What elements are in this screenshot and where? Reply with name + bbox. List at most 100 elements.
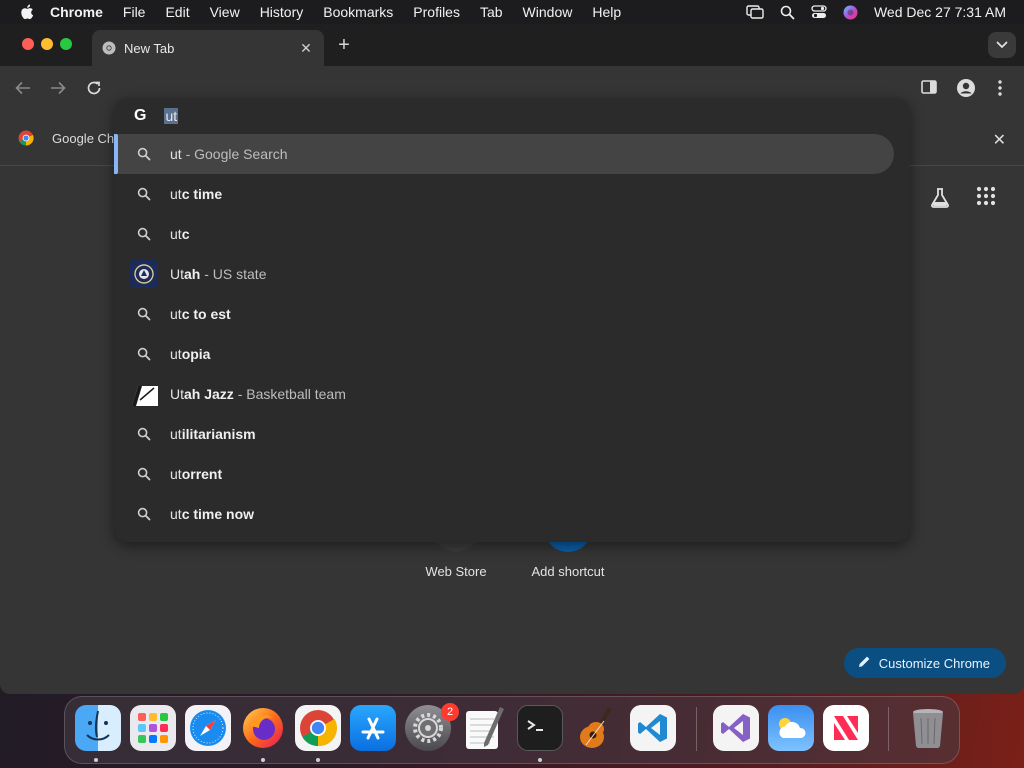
control-center-icon[interactable] [811,5,827,19]
siri-icon[interactable] [843,5,858,20]
customize-chrome-label: Customize Chrome [878,655,990,671]
menu-bar: Chrome File Edit View History Bookmarks … [0,0,1024,24]
dock-finder-icon[interactable] [75,705,121,751]
menu-file[interactable]: File [123,4,146,20]
dock-safari-icon[interactable] [185,705,231,751]
dock-running-dot [316,758,320,762]
menu-profiles[interactable]: Profiles [413,4,460,20]
spotlight-search-icon[interactable] [780,5,795,20]
suggestion-typed-part: Ut [170,266,184,282]
omnibox-input[interactable]: G ut [134,102,179,130]
search-icon [134,184,154,204]
dock-launchpad-icon[interactable] [130,705,176,751]
omnibox-suggestion-row[interactable]: utorrent [114,454,910,494]
omnibox-suggestion-row[interactable]: Utah - US state [114,254,910,294]
omnibox-suggestion-row[interactable]: ut - Google Search [114,134,894,174]
dock-google-chrome-icon[interactable] [295,705,341,751]
omnibox-suggestion-row[interactable]: Utah Jazz - Basketball team [114,374,910,414]
omnibox-dropdown: G ut ut - Google Search utc time utc Utah -… [114,98,910,542]
bookmark-item-label: Google Ch [52,130,115,146]
suggestion-typed-part: ut [170,306,182,322]
suggestion-completion: opia [181,346,211,362]
new-tab-button[interactable]: + [334,35,354,55]
tab-close-icon[interactable]: ✕ [298,40,314,56]
menu-help[interactable]: Help [592,4,621,20]
suggestion-typed-part: Ut [170,386,184,402]
search-icon [134,224,154,244]
suggestion-completion: c time [181,186,223,202]
window-zoom-button[interactable] [60,38,72,50]
utah-jazz-logo-icon [130,380,158,408]
suggestion-text: utc to est [170,306,231,322]
bookmark-item-google-chrome[interactable]: Google Ch [18,130,114,146]
search-icon [134,304,154,324]
forward-arrow-icon[interactable] [48,78,68,98]
dock-weather-icon[interactable] [768,705,814,751]
suggestion-detail: - US state [200,266,267,282]
omnibox-suggestion-row[interactable]: utopia [114,334,910,374]
suggestion-text: ut - Google Search [170,146,288,162]
dock-running-dot [261,758,265,762]
suggestion-completion: c [181,226,190,242]
dock-trash-icon[interactable] [905,705,951,751]
suggestion-completion: orrent [181,466,223,482]
omnibox-suggestion-row[interactable]: utc [114,214,910,254]
customize-chrome-button[interactable]: Customize Chrome [843,648,1006,678]
suggestion-typed-part: ut [170,346,182,362]
dock-textedit-icon[interactable] [461,705,507,751]
suggestion-text: Utah - US state [170,266,266,282]
chrome-menu-kebab-icon[interactable] [990,78,1010,98]
profile-avatar-icon[interactable] [956,78,976,98]
dock-running-dot [538,758,542,762]
chrome-favicon-icon [102,41,116,55]
menu-edit[interactable]: Edit [165,4,189,20]
omnibox-suggestion-row[interactable]: utc to est [114,294,910,334]
google-chrome-logo-icon [18,130,34,146]
menu-tab[interactable]: Tab [480,4,503,20]
system-settings-badge: 2 [441,703,459,721]
suggestion-completion: c time now [181,506,255,522]
dock-firefox-icon[interactable] [240,705,286,751]
suggestion-typed-part: ut [170,466,182,482]
dock-news-icon[interactable] [823,705,869,751]
omnibox-suggestion-row[interactable]: utc time [114,174,910,214]
search-icon [134,144,154,164]
menu-history[interactable]: History [260,4,304,20]
omnibox-suggestion-row[interactable]: utc time now [114,494,910,534]
dock-visual-studio-icon[interactable] [713,705,759,751]
reload-icon[interactable] [84,78,104,98]
google-apps-grid-icon[interactable] [976,186,1000,210]
suggestion-detail: - Basketball team [233,386,346,402]
back-arrow-icon[interactable] [13,78,33,98]
dock-app-store-icon[interactable] [350,705,396,751]
shortcut-label: Add shortcut [531,564,605,579]
apple-menu-icon[interactable] [18,3,36,21]
side-panel-icon[interactable] [920,78,940,98]
omnibox-typed-text[interactable]: ut [164,108,179,124]
suggestion-typed-part: ut [170,506,182,522]
tab-new-tab[interactable]: New Tab ✕ [92,30,324,66]
chrome-labs-flask-icon[interactable] [928,186,952,210]
menu-window[interactable]: Window [523,4,573,20]
dock-visual-studio-code-icon[interactable] [630,705,676,751]
menu-bar-clock[interactable]: Wed Dec 27 7:31 AM [874,4,1006,20]
suggestion-completion: ah [184,266,201,282]
chrome-window: New Tab ✕ + Google Ch ✕ Web Store Add sh… [0,24,1024,694]
shortcut-label: Web Store [425,564,487,579]
window-minimize-button[interactable] [41,38,53,50]
dock-garageband-icon[interactable] [573,705,619,751]
pencil-icon [858,655,871,671]
menu-app-name[interactable]: Chrome [50,4,103,20]
bookmark-bar-close-icon[interactable]: ✕ [993,130,1006,150]
menu-bookmarks[interactable]: Bookmarks [323,4,393,20]
dock-separator [696,707,697,751]
suggestion-text: utc [170,226,189,242]
screen-mirroring-icon[interactable] [746,5,764,19]
menu-view[interactable]: View [210,4,240,20]
window-close-button[interactable] [22,38,34,50]
omnibox-suggestion-row[interactable]: utilitarianism [114,414,910,454]
google-g-icon: G [134,107,147,124]
suggestion-typed-part: ut [170,426,182,442]
tab-search-chevron-icon[interactable] [988,32,1016,58]
dock-terminal-icon[interactable] [517,705,563,751]
